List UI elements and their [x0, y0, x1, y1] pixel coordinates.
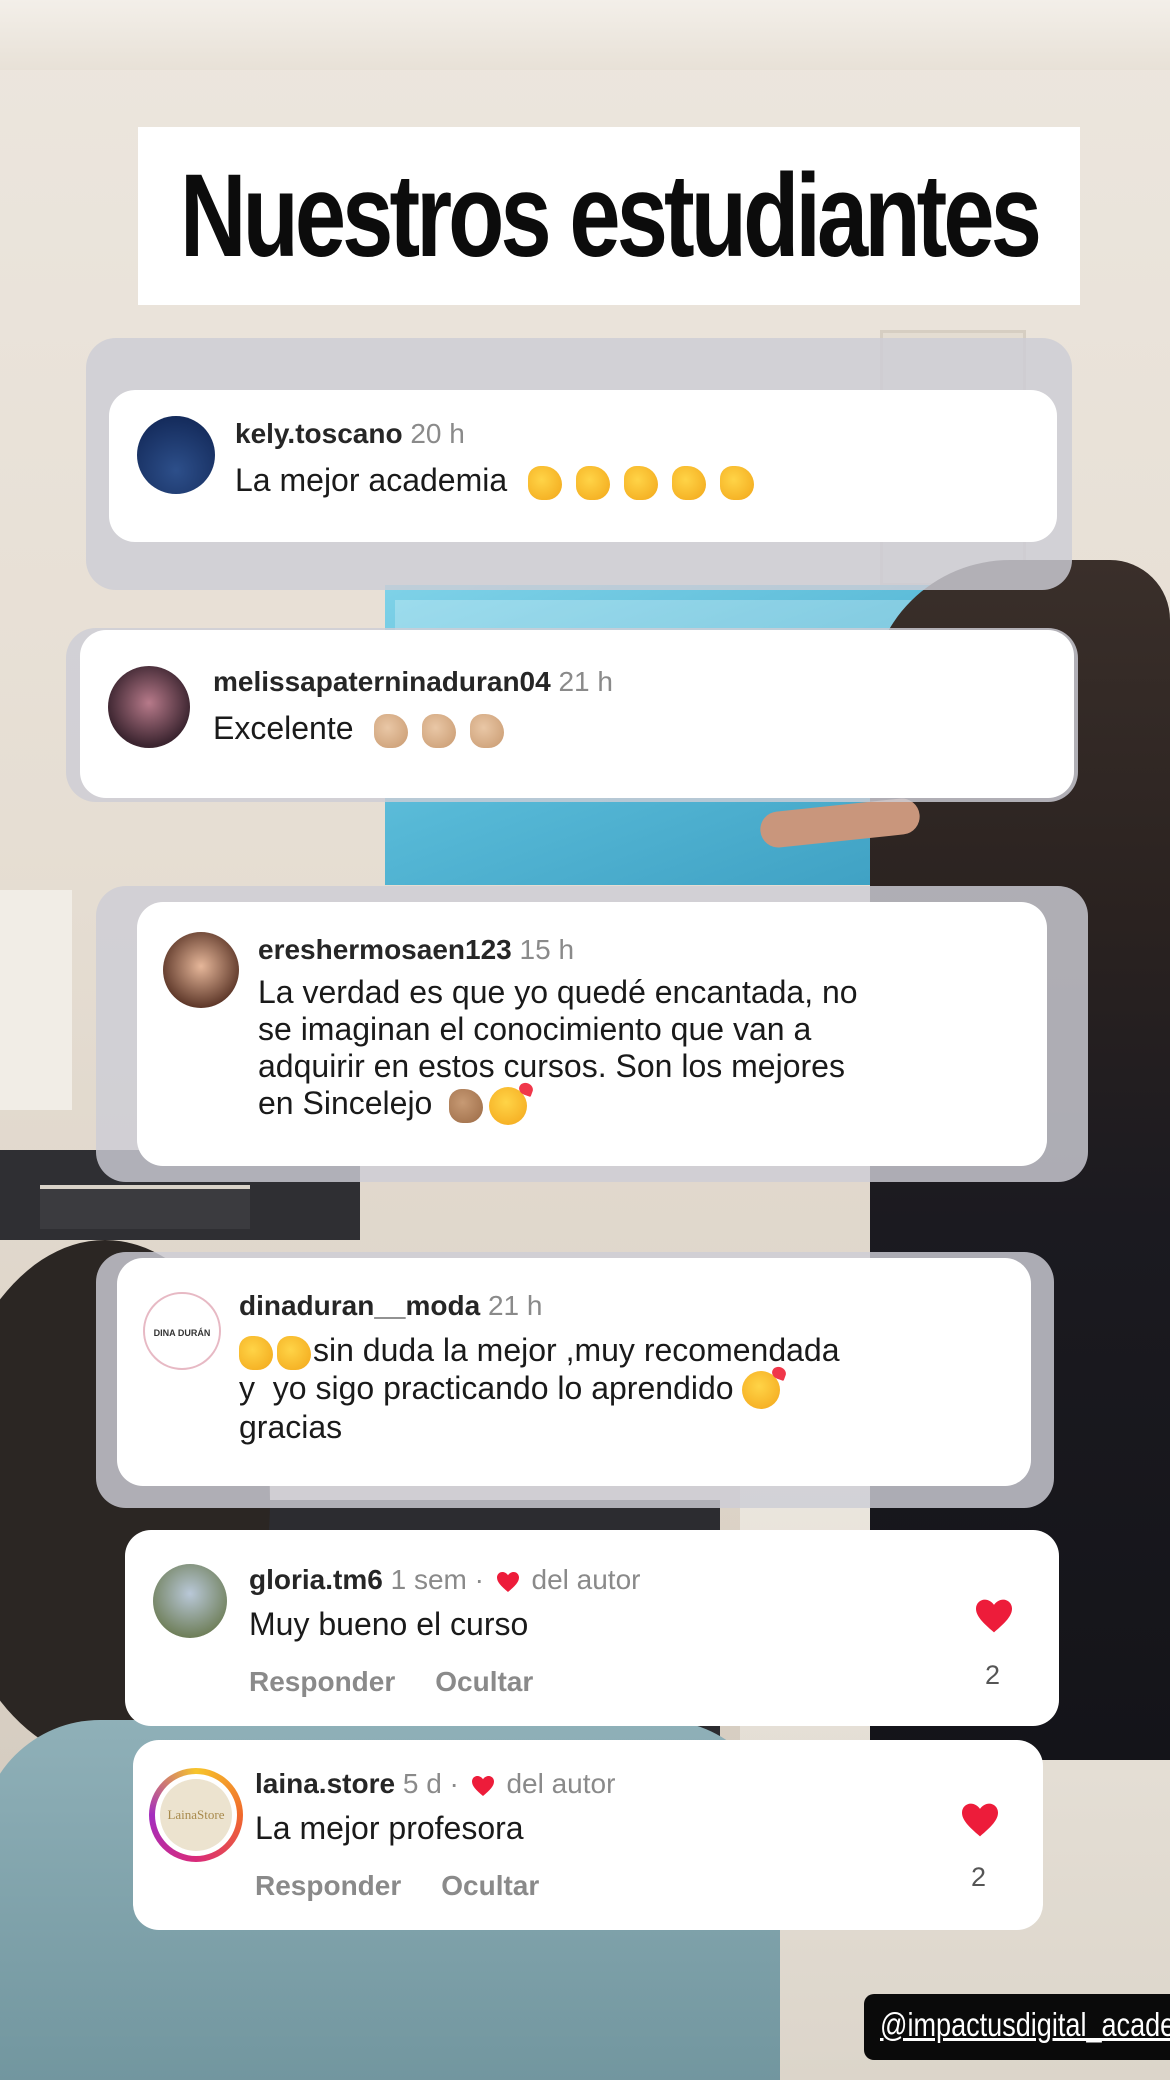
- comment-card: DINA DURÁN dinaduran__moda 21 h sin duda…: [117, 1258, 1031, 1486]
- clapping-hands-icon: [374, 710, 518, 748]
- clapping-hands-icon: [239, 1332, 313, 1370]
- like-count: 2: [971, 1862, 987, 1892]
- comment-time: 15 h: [519, 934, 575, 965]
- account-handle-tag[interactable]: @impactusdigital_acade: [864, 1994, 1170, 2060]
- heart-icon: [496, 1571, 519, 1592]
- comment-time: 21 h: [558, 666, 613, 697]
- comment-text: La verdad es que yo quedé encantada, no …: [258, 974, 858, 1125]
- username[interactable]: kely.toscano: [235, 418, 403, 449]
- username[interactable]: gloria.tm6: [249, 1564, 383, 1595]
- comment-time: 20 h: [410, 418, 465, 449]
- comment-actions: Responder Ocultar: [249, 1666, 573, 1698]
- comment-text: La mejor academia: [235, 462, 768, 500]
- comment-time: 21 h: [487, 1290, 543, 1321]
- account-handle[interactable]: @impactusdigital_acade: [880, 2006, 1170, 2044]
- comment-username-line: dinaduran__moda 21 h: [239, 1290, 542, 1322]
- author-badge: del autor: [531, 1564, 641, 1595]
- comment-username-line: ereshermosaen123 15 h: [258, 934, 574, 966]
- hide-button[interactable]: Ocultar: [435, 1666, 533, 1697]
- comment-card: kely.toscano 20 h La mejor academia: [109, 390, 1057, 542]
- smiling-face-with-hearts-icon: [489, 1086, 528, 1125]
- avatar[interactable]: [108, 666, 190, 748]
- comment-card: ereshermosaen123 15 h La verdad es que y…: [137, 902, 1047, 1166]
- comment-card: melissapaterninaduran04 21 h Excelente: [80, 630, 1074, 798]
- username[interactable]: melissapaterninaduran04: [213, 666, 551, 697]
- avatar[interactable]: [163, 932, 239, 1008]
- comment-text: La mejor profesora: [255, 1810, 524, 1846]
- comment-time: 5 d ·: [402, 1768, 459, 1799]
- hide-button[interactable]: Ocultar: [441, 1870, 539, 1901]
- username[interactable]: ereshermosaen123: [258, 934, 512, 965]
- comment-card: gloria.tm6 1 sem · del autor Muy bueno e…: [125, 1530, 1059, 1726]
- reply-button[interactable]: Responder: [255, 1870, 401, 1901]
- like-heart-icon[interactable]: [974, 1598, 1014, 1634]
- comment-actions: Responder Ocultar: [255, 1870, 579, 1902]
- like-count: 2: [985, 1660, 1001, 1690]
- username[interactable]: dinaduran__moda: [239, 1290, 480, 1321]
- comment-username-line: melissapaterninaduran04 21 h: [213, 666, 613, 698]
- comment-text: Muy bueno el curso: [249, 1606, 529, 1642]
- comment-card: LainaStore laina.store 5 d · del autor L…: [133, 1740, 1043, 1930]
- avatar[interactable]: DINA DURÁN: [143, 1292, 221, 1370]
- page-title: Nuestros estudiantes: [180, 150, 1042, 282]
- clapping-hands-icon: [528, 462, 768, 500]
- clapping-hands-icon: [449, 1085, 489, 1123]
- avatar[interactable]: [137, 416, 215, 494]
- username[interactable]: laina.store: [255, 1768, 395, 1799]
- comment-time: 1 sem ·: [390, 1564, 484, 1595]
- comment-username-line: gloria.tm6 1 sem · del autor: [249, 1564, 640, 1596]
- reply-button[interactable]: Responder: [249, 1666, 395, 1697]
- avatar[interactable]: LainaStore: [149, 1768, 243, 1862]
- comment-text: Excelente: [213, 710, 518, 748]
- like-heart-icon[interactable]: [960, 1802, 1000, 1838]
- smiling-face-with-hearts-icon: [742, 1371, 781, 1410]
- comment-text: sin duda la mejor ,muy recomendada y yo …: [239, 1332, 840, 1446]
- comment-username-line: kely.toscano 20 h: [235, 418, 465, 450]
- comment-username-line: laina.store 5 d · del autor: [255, 1768, 615, 1800]
- author-badge: del autor: [506, 1768, 616, 1799]
- heart-icon: [471, 1775, 494, 1796]
- title-banner: Nuestros estudiantes: [138, 127, 1080, 305]
- avatar[interactable]: [153, 1564, 227, 1638]
